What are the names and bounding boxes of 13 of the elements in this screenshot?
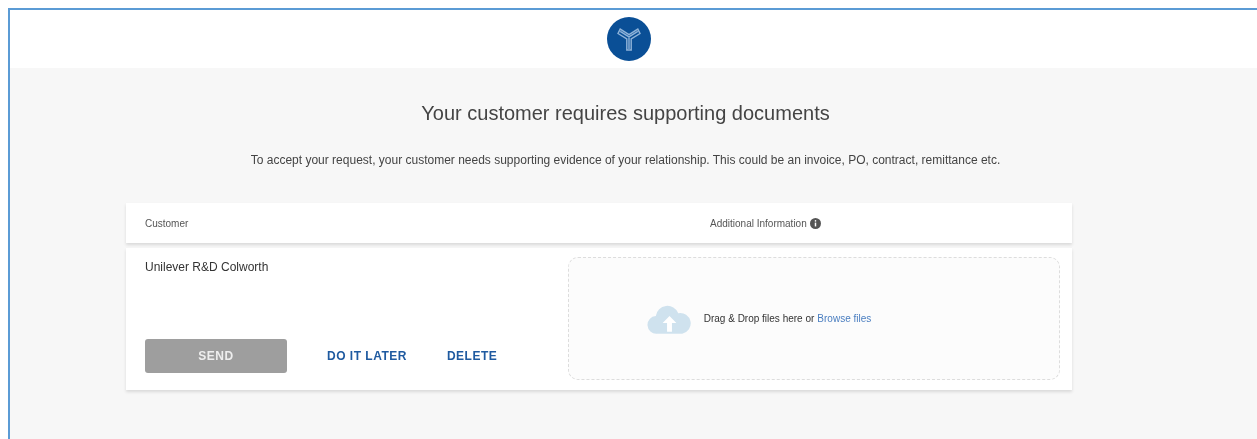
action-button[interactable]: DELETE [446, 349, 498, 363]
dropzone-text: Drag & Drop files here or [703, 313, 815, 324]
page-heading: Your customer requires supporting documents [420, 102, 831, 125]
info-icon[interactable] [809, 217, 821, 229]
action-button[interactable]: DO IT LATER [327, 349, 407, 363]
browse-files-link[interactable]: Browse files [817, 313, 872, 324]
logo-icon [606, 17, 651, 61]
column-header: Customer [145, 217, 190, 229]
description-text: To accept your request, your customer needs supporting evidence of your relationship. This could be an invoice, PO, contract, remittance etc. [249, 153, 1002, 167]
file-dropzone[interactable]: Drag & Drop files here or Browse files [568, 257, 1060, 380]
customer-name: Unilever R&D Colworth [145, 260, 270, 274]
column-header: Additional Information [710, 217, 807, 229]
cloud-upload-icon [646, 303, 692, 334]
